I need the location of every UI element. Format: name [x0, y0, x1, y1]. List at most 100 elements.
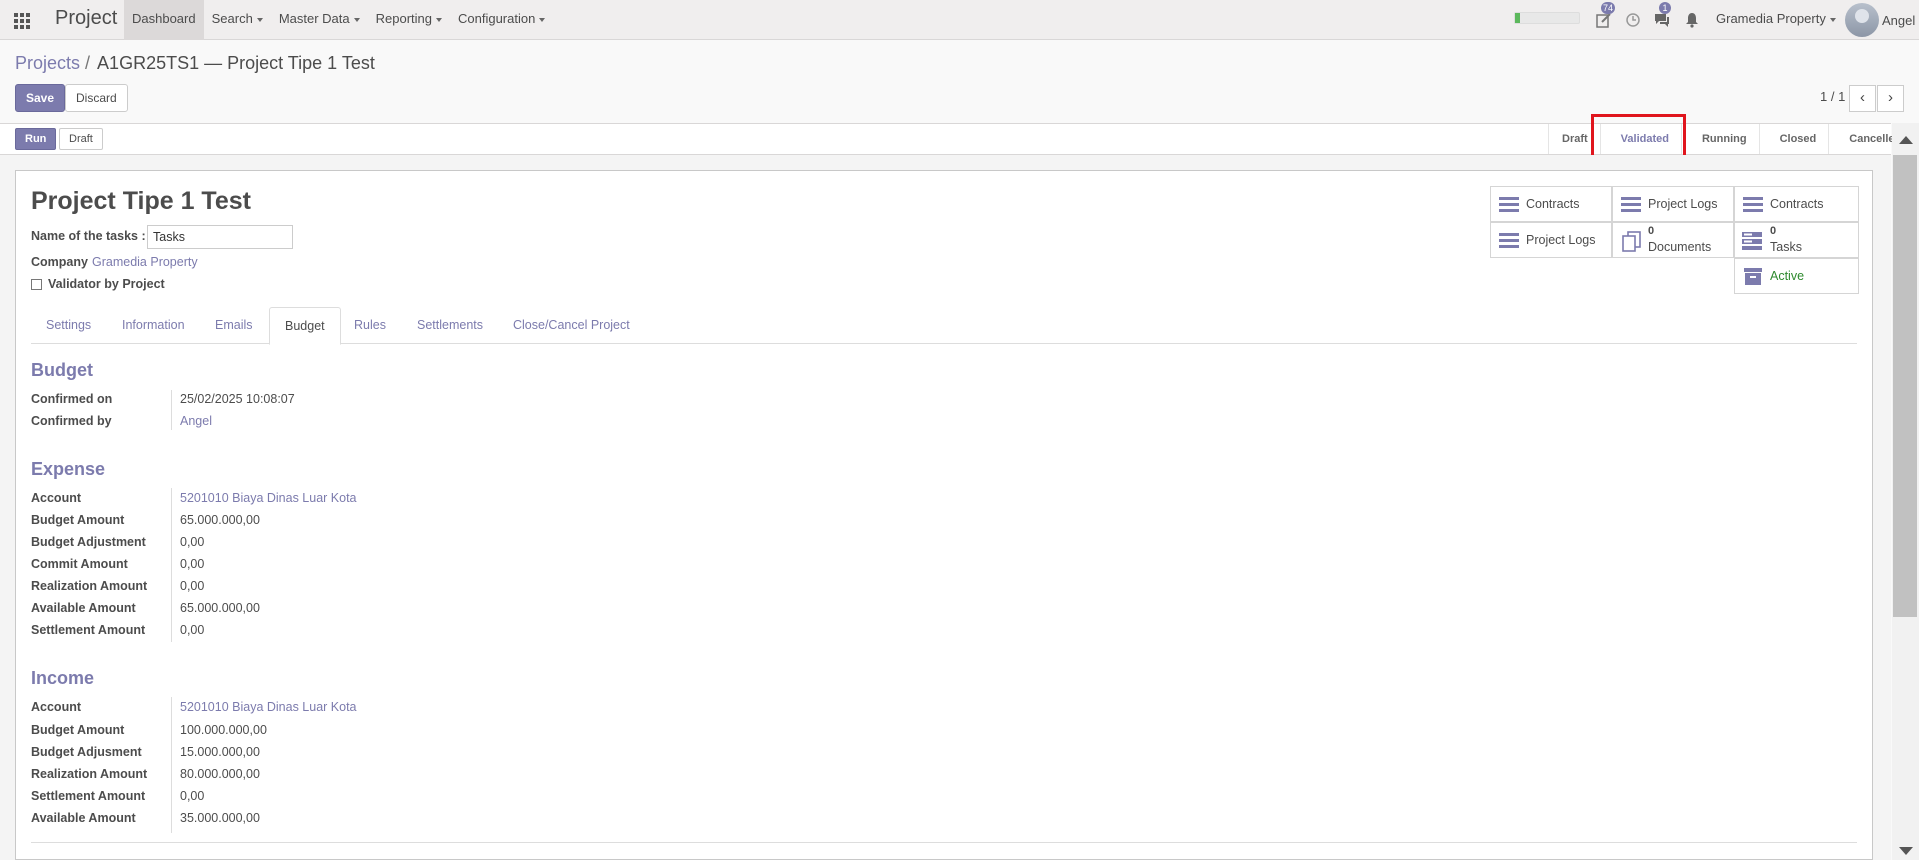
project-logs-smart-button[interactable]: Project Logs: [1612, 186, 1734, 222]
activity-badge: 74: [1601, 2, 1616, 14]
tab-emails[interactable]: Emails: [200, 307, 268, 344]
tasks-count: 0: [1770, 225, 1777, 237]
tasks-name-input[interactable]: [147, 225, 293, 249]
activity-edit-icon[interactable]: 74: [1596, 2, 1616, 28]
breadcrumb-projects[interactable]: Projects: [15, 53, 80, 73]
tab-information[interactable]: Information: [107, 307, 200, 344]
expense-section-title: Expense: [31, 459, 106, 479]
tab-settings[interactable]: Settings: [31, 307, 106, 344]
income-budget-adjusment-label: Budget Adjusment: [31, 745, 142, 759]
menu-master-data[interactable]: Master Data: [271, 0, 368, 40]
pager-prev-button[interactable]: ‹: [1849, 85, 1876, 112]
company-switcher[interactable]: Gramedia Property: [1716, 11, 1836, 26]
breadcrumb-current: A1GR25TS1 — Project Tipe 1 Test: [97, 53, 375, 73]
messages-icon[interactable]: 1: [1654, 2, 1671, 28]
income-realization-amount-label: Realization Amount: [31, 767, 148, 781]
tab-settlements[interactable]: Settlements: [402, 307, 498, 344]
expense-account-label: Account: [31, 491, 81, 505]
tasks-name-label: Name of the tasks :: [31, 229, 146, 243]
save-button[interactable]: Save: [15, 84, 66, 112]
project-title: Project Tipe 1 Test: [31, 187, 251, 215]
list-icon: [1621, 197, 1641, 213]
status-bar: Run Draft Draft Validated Running Closed…: [0, 123, 1901, 155]
contracts-smart-button-2[interactable]: Contracts: [1734, 186, 1859, 222]
confirmed-on-label: Confirmed on: [31, 392, 113, 406]
messages-badge: 1: [1659, 2, 1671, 14]
menu-dashboard[interactable]: Dashboard: [124, 0, 204, 40]
documents-icon: [1621, 230, 1643, 255]
user-name[interactable]: Angel: [1882, 13, 1915, 28]
validator-label: Validator by Project: [48, 277, 165, 291]
section-divider: [31, 842, 1857, 843]
top-navbar: Project Dashboard Search Master Data Rep…: [0, 0, 1919, 40]
company-link[interactable]: Gramedia Property: [92, 255, 198, 269]
income-budget-amount-value: 100.000.000,00: [180, 723, 267, 737]
bell-icon[interactable]: [1684, 12, 1700, 28]
list-icon: [1499, 233, 1519, 249]
breadcrumb-separator: /: [85, 53, 91, 73]
confirmed-on-value: 25/02/2025 10:08:07: [180, 392, 295, 406]
top-menu: Dashboard Search Master Data Reporting C…: [124, 0, 553, 40]
expense-budget-adjustment-label: Budget Adjustment: [31, 535, 146, 549]
tasks-smart-button[interactable]: 0 Tasks: [1734, 222, 1859, 258]
expense-available-amount-value: 65.000.000,00: [180, 601, 260, 615]
income-account-value[interactable]: 5201010 Biaya Dinas Luar Kota: [180, 700, 357, 714]
clock-icon[interactable]: [1625, 12, 1641, 28]
expense-commit-amount-value: 0,00: [180, 557, 205, 571]
documents-label: Documents: [1648, 240, 1712, 254]
list-icon: [1499, 197, 1519, 213]
menu-reporting[interactable]: Reporting: [368, 0, 450, 40]
discard-button[interactable]: Discard: [65, 84, 128, 112]
app-brand: Project: [55, 7, 118, 29]
caret-down-icon: [1829, 17, 1836, 22]
income-available-amount-label: Available Amount: [31, 811, 136, 825]
expense-budget-adjustment-value: 0,00: [180, 535, 205, 549]
stage-validated[interactable]: Validated: [1599, 124, 1681, 154]
field-divider: [171, 390, 172, 430]
tab-budget[interactable]: Budget: [269, 307, 341, 345]
tab-rules[interactable]: Rules: [339, 307, 401, 344]
form-tabs: Settings Information Emails Budget Rules…: [31, 307, 1857, 345]
stage-pipeline: Draft Validated Running Closed Cancelled: [1548, 124, 1913, 154]
tasks-icon: [1741, 231, 1763, 254]
project-logs-smart-button-2[interactable]: Project Logs: [1490, 222, 1612, 258]
scroll-up-arrow-icon[interactable]: [1899, 136, 1913, 144]
contracts-label-2: Contracts: [1770, 197, 1824, 211]
draft-button[interactable]: Draft: [59, 128, 103, 150]
field-divider: [171, 488, 172, 642]
income-available-amount-value: 35.000.000,00: [180, 811, 260, 825]
expense-settlement-amount-value: 0,00: [180, 623, 205, 637]
scroll-down-arrow-icon[interactable]: [1899, 847, 1913, 855]
caret-down-icon: [539, 17, 546, 22]
active-toggle-button[interactable]: Active: [1734, 258, 1859, 294]
confirmed-by-value[interactable]: Angel: [180, 414, 212, 428]
expense-realization-amount-value: 0,00: [180, 579, 205, 593]
expense-available-amount-label: Available Amount: [31, 601, 136, 615]
expense-commit-amount-label: Commit Amount: [31, 557, 128, 571]
menu-search[interactable]: Search: [204, 0, 271, 40]
user-avatar[interactable]: [1845, 3, 1879, 37]
stage-draft[interactable]: Draft: [1548, 124, 1600, 154]
caret-down-icon: [256, 17, 263, 22]
tab-close-cancel-project[interactable]: Close/Cancel Project: [498, 307, 645, 344]
field-divider: [171, 697, 172, 833]
income-budget-amount-label: Budget Amount: [31, 723, 125, 737]
expense-account-value[interactable]: 5201010 Biaya Dinas Luar Kota: [180, 491, 357, 505]
documents-smart-button[interactable]: 0 Documents: [1612, 222, 1734, 258]
breadcrumb: Projects / A1GR25TS1 — Project Tipe 1 Test: [15, 53, 375, 74]
documents-count: 0: [1648, 225, 1655, 237]
validator-checkbox[interactable]: [31, 279, 42, 290]
apps-grid-icon[interactable]: [14, 13, 30, 29]
income-settlement-amount-label: Settlement Amount: [31, 789, 146, 803]
contracts-smart-button[interactable]: Contracts: [1490, 186, 1612, 222]
stage-running[interactable]: Running: [1680, 124, 1759, 154]
run-button[interactable]: Run: [15, 128, 57, 150]
form-sheet: [15, 170, 1873, 860]
stage-closed[interactable]: Closed: [1758, 124, 1829, 154]
scrollbar-thumb[interactable]: [1893, 155, 1917, 617]
menu-configuration[interactable]: Configuration: [450, 0, 553, 40]
budget-section-title: Budget: [31, 360, 93, 380]
pager-next-button[interactable]: ›: [1877, 85, 1904, 112]
income-realization-amount-value: 80.000.000,00: [180, 767, 260, 781]
project-logs-label: Project Logs: [1648, 197, 1718, 211]
